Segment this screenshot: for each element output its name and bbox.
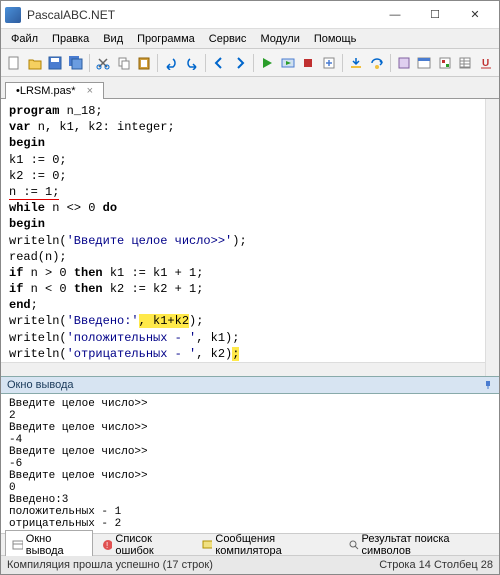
nav-fwd-icon[interactable] [231, 53, 249, 73]
tab-messages[interactable]: Сообщения компилятора [195, 530, 339, 560]
undo-icon[interactable] [162, 53, 180, 73]
underline-icon[interactable]: U [477, 53, 495, 73]
cut-icon[interactable] [94, 53, 112, 73]
editor-tabbar: •LRSM.pas* × [1, 77, 499, 99]
maximize-button[interactable]: ☐ [415, 3, 455, 27]
props-icon[interactable] [456, 53, 474, 73]
svg-text:U: U [482, 58, 489, 69]
tab-close-icon[interactable]: × [87, 85, 93, 97]
minimize-button[interactable]: — [375, 3, 415, 27]
output-icon [12, 539, 23, 551]
bottom-tabbar: Окно вывода ! Список ошибок Сообщения ко… [1, 534, 499, 556]
menubar: Файл Правка Вид Программа Сервис Модули … [1, 29, 499, 49]
module-icon[interactable] [395, 53, 413, 73]
file-tab-label: •LRSM.pas* [16, 85, 76, 97]
output-panel-header[interactable]: Окно вывода [1, 376, 499, 394]
menu-modules[interactable]: Модули [254, 31, 305, 47]
menu-service[interactable]: Сервис [203, 31, 253, 47]
redo-icon[interactable] [183, 53, 201, 73]
save-icon[interactable] [46, 53, 64, 73]
messages-icon [202, 539, 213, 551]
pin-icon[interactable] [483, 380, 493, 390]
form-run-icon[interactable] [279, 53, 297, 73]
menu-view[interactable]: Вид [97, 31, 129, 47]
window-title: PascalABC.NET [27, 8, 375, 22]
tab-search[interactable]: Результат поиска символов [341, 530, 495, 560]
new-file-icon[interactable] [5, 53, 23, 73]
menu-program[interactable]: Программа [131, 31, 201, 47]
designer-icon[interactable] [436, 53, 454, 73]
menu-file[interactable]: Файл [5, 31, 44, 47]
menu-edit[interactable]: Правка [46, 31, 95, 47]
step-into-icon[interactable] [347, 53, 365, 73]
code-editor[interactable]: program n_18; var n, k1, k2: integer; be… [1, 99, 499, 376]
output-panel-title: Окно вывода [7, 379, 74, 391]
run-icon[interactable] [258, 53, 276, 73]
toolbar: U [1, 49, 499, 77]
editor-vscroll[interactable] [485, 99, 499, 376]
open-file-icon[interactable] [25, 53, 43, 73]
svg-text:!: ! [106, 541, 108, 550]
titlebar: PascalABC.NET — ☐ ✕ [1, 1, 499, 29]
form-icon[interactable] [415, 53, 433, 73]
editor-hscroll[interactable] [1, 362, 485, 376]
nav-back-icon[interactable] [210, 53, 228, 73]
search-icon [348, 539, 359, 551]
step-over-icon[interactable] [367, 53, 385, 73]
error-icon: ! [102, 539, 113, 551]
file-tab[interactable]: •LRSM.pas* × [5, 82, 104, 99]
menu-help[interactable]: Помощь [308, 31, 363, 47]
statusbar: Компиляция прошла успешно (17 строк) Стр… [1, 556, 499, 574]
tab-errors[interactable]: ! Список ошибок [95, 530, 193, 560]
copy-icon[interactable] [114, 53, 132, 73]
output-panel[interactable]: Введите целое число>> 2 Введите целое чи… [1, 394, 499, 534]
save-all-icon[interactable] [66, 53, 84, 73]
app-icon [5, 7, 21, 23]
paste-icon[interactable] [135, 53, 153, 73]
status-compile: Компиляция прошла успешно (17 строк) [7, 559, 213, 571]
status-cursor: Строка 14 Столбец 28 [379, 559, 493, 571]
compile-icon[interactable] [319, 53, 337, 73]
stop-icon[interactable] [299, 53, 317, 73]
tab-output[interactable]: Окно вывода [5, 530, 93, 560]
close-button[interactable]: ✕ [455, 3, 495, 27]
